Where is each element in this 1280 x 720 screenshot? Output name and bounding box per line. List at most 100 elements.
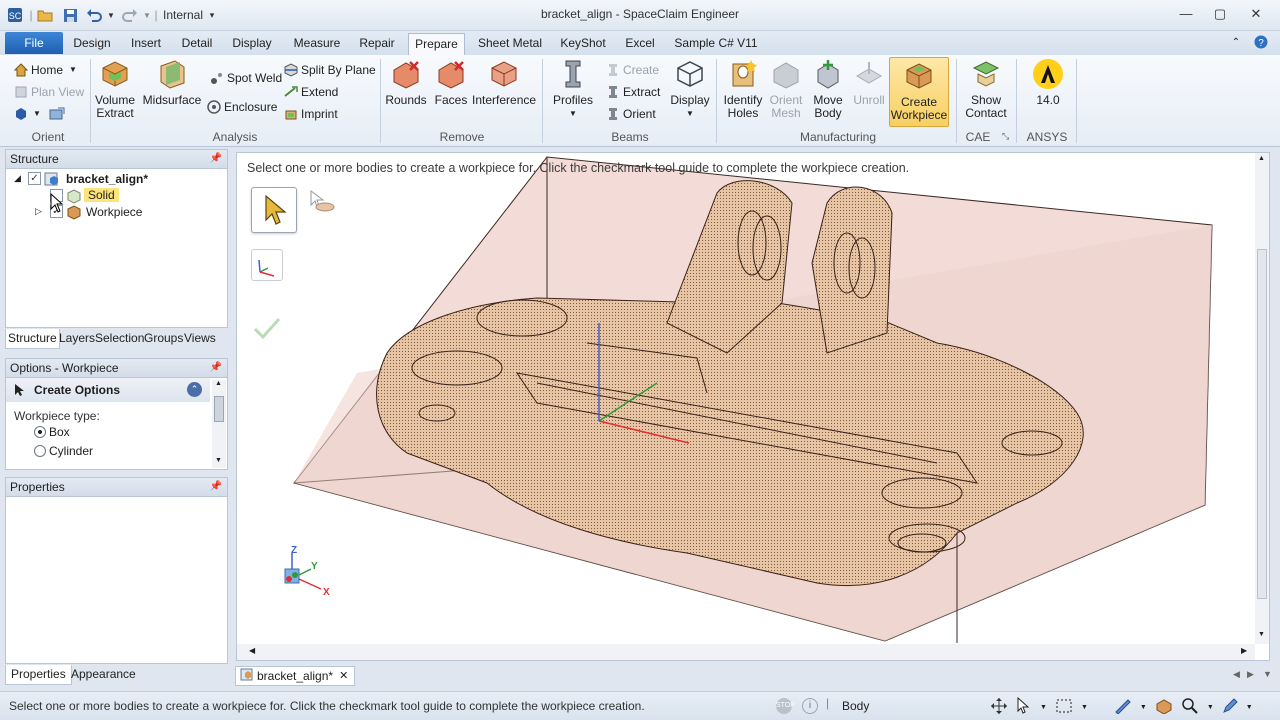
tab-measure[interactable]: Measure (288, 35, 346, 55)
tab-groups[interactable]: Groups (142, 329, 185, 349)
cylinder-radio[interactable] (34, 445, 46, 457)
create-workpiece-button[interactable]: Create Workpiece (889, 57, 949, 127)
tab-scroll-right-icon[interactable]: ▶ (1247, 669, 1254, 680)
tab-design[interactable]: Design (70, 35, 114, 55)
expand-arrow-icon[interactable]: ▷ (35, 206, 42, 217)
rounds-button[interactable]: Rounds (385, 58, 427, 107)
beam-display-button[interactable]: Display ▼ (668, 58, 712, 120)
tab-structure[interactable]: Structure (5, 329, 60, 349)
pan-icon[interactable] (990, 697, 1008, 718)
imprint-button[interactable]: Imprint (284, 105, 338, 123)
tab-properties[interactable]: Properties (5, 665, 72, 685)
stop-icon[interactable]: STOP (776, 698, 795, 714)
box-select-icon[interactable] (1055, 698, 1073, 717)
view-cube-dropdown-icon[interactable]: ▼ (33, 105, 41, 123)
close-document-icon[interactable]: ✕ (339, 667, 348, 685)
tab-sample-csharp[interactable]: Sample C# V11 (672, 35, 760, 55)
tab-keyshot[interactable]: KeyShot (557, 35, 609, 55)
pin-icon[interactable]: 📌 (210, 150, 222, 168)
box-radio[interactable] (34, 426, 46, 438)
close-button[interactable]: ✕ (1243, 6, 1269, 26)
viewport-vertical-scrollbar[interactable]: ▲ ▼ (1255, 153, 1269, 644)
tab-display[interactable]: Display (228, 35, 276, 55)
file-tab[interactable]: File (5, 32, 63, 54)
home-button[interactable]: Home ▼ (13, 61, 77, 79)
view-triad[interactable]: Z Y X (277, 545, 337, 603)
root-checkbox[interactable]: ✓ (28, 172, 41, 185)
scroll-up-icon[interactable]: ▲ (215, 380, 222, 387)
tree-item-workpiece[interactable]: Workpiece (86, 205, 142, 219)
viewport-horizontal-scrollbar[interactable]: ◀ ▶ (237, 644, 1255, 660)
zoom-icon[interactable] (1181, 697, 1199, 718)
vertical-scroll-thumb[interactable] (1257, 249, 1267, 599)
scroll-left-icon[interactable]: ◀ (249, 646, 255, 655)
sketch-dropdown-icon[interactable]: ▼ (1140, 704, 1147, 711)
split-by-plane-button[interactable]: Split By Plane (284, 61, 376, 79)
orient-workpiece-tool-guide[interactable] (251, 249, 283, 281)
show-contact-button[interactable]: Show Contact (962, 58, 1010, 120)
tab-excel[interactable]: Excel (620, 35, 660, 55)
tab-prepare[interactable]: Prepare (408, 33, 465, 55)
cae-launcher-icon[interactable]: ⤡ (1002, 131, 1009, 142)
scroll-down-icon[interactable]: ▼ (1258, 631, 1265, 638)
scroll-down-icon[interactable]: ▼ (215, 457, 222, 464)
minimize-button[interactable]: — (1173, 6, 1199, 26)
collapse-arrow-icon[interactable]: ◢ (14, 173, 21, 184)
enclosure-button[interactable]: Enclosure (207, 98, 277, 116)
complete-checkmark-tool-guide[interactable] (251, 313, 283, 345)
tab-insert[interactable]: Insert (126, 35, 166, 55)
display-style-icon[interactable] (1155, 698, 1173, 717)
midsurface-button[interactable]: Midsurface (142, 58, 202, 107)
tab-views[interactable]: Views (182, 329, 218, 349)
tab-list-icon[interactable]: ▼ (1263, 669, 1272, 679)
faces-button[interactable]: Faces (432, 58, 470, 107)
scroll-thumb[interactable] (214, 396, 224, 422)
beam-orient-button[interactable]: Orient (606, 105, 656, 123)
tree-item-solid[interactable]: Solid (84, 188, 119, 202)
interference-button[interactable]: Interference (472, 58, 536, 107)
pin-icon[interactable]: 📌 (210, 478, 222, 496)
tab-sheet-metal[interactable]: Sheet Metal (476, 35, 544, 55)
tab-repair[interactable]: Repair (356, 35, 398, 55)
pin-icon[interactable]: 📌 (210, 359, 222, 377)
identify-holes-button[interactable]: Identify Holes (721, 58, 765, 120)
select-bodies-tool-guide[interactable] (251, 187, 297, 233)
ansys-button[interactable]: 14.0 (1026, 58, 1070, 107)
tab-appearance[interactable]: Appearance (69, 665, 138, 685)
plan-view-button[interactable]: Plan View (14, 83, 84, 101)
box-select-dropdown-icon[interactable]: ▼ (1081, 704, 1088, 711)
scroll-up-icon[interactable]: ▲ (1258, 155, 1265, 162)
tab-detail[interactable]: Detail (178, 35, 216, 55)
tab-scroll-left-icon[interactable]: ◀ (1233, 669, 1240, 680)
zoom-dropdown-icon[interactable]: ▼ (1207, 704, 1214, 711)
select-workpiece-tool-guide[interactable] (305, 187, 337, 217)
measure-dropdown-icon[interactable]: ▼ (1246, 704, 1253, 711)
move-body-button[interactable]: Move Body (808, 58, 848, 120)
spot-weld-button[interactable]: Spot Weld (210, 69, 282, 87)
options-scrollbar[interactable]: ▲ ▼ (212, 380, 226, 468)
unroll-button[interactable]: Unroll (850, 58, 888, 107)
extend-button[interactable]: Extend (284, 83, 338, 101)
beam-display-dropdown-icon[interactable]: ▼ (668, 107, 712, 120)
tab-layers[interactable]: Layers (57, 329, 97, 349)
info-icon[interactable]: i (802, 698, 818, 714)
collapse-ribbon-icon[interactable]: ⌃ (1228, 35, 1244, 55)
home-dropdown-icon[interactable]: ▼ (69, 61, 77, 79)
help-icon[interactable]: ? (1252, 35, 1270, 55)
profiles-button[interactable]: Profiles ▼ (550, 58, 596, 120)
orient-mesh-button[interactable]: Orient Mesh (766, 58, 806, 120)
profiles-dropdown-icon[interactable]: ▼ (550, 107, 596, 120)
collapse-section-icon[interactable]: ⌃ (187, 382, 202, 397)
tree-root-label[interactable]: bracket_align* (66, 172, 148, 186)
scroll-right-icon[interactable]: ▶ (1241, 646, 1247, 655)
select-tool-icon[interactable] (1016, 696, 1032, 718)
select-dropdown-icon[interactable]: ▼ (1040, 704, 1047, 711)
create-options-header[interactable]: Create Options ⌃ (6, 378, 210, 402)
graphics-viewport[interactable]: Select one or more bodies to create a wo… (236, 152, 1270, 661)
beam-create-button[interactable]: Create (606, 61, 659, 79)
measure-pencil-icon[interactable] (1222, 698, 1238, 717)
volume-extract-button[interactable]: Volume Extract (93, 58, 137, 120)
view-cube-button[interactable]: ▼ (14, 105, 66, 123)
sketch-icon[interactable] (1114, 698, 1132, 717)
tab-selection[interactable]: Selection (93, 329, 146, 349)
